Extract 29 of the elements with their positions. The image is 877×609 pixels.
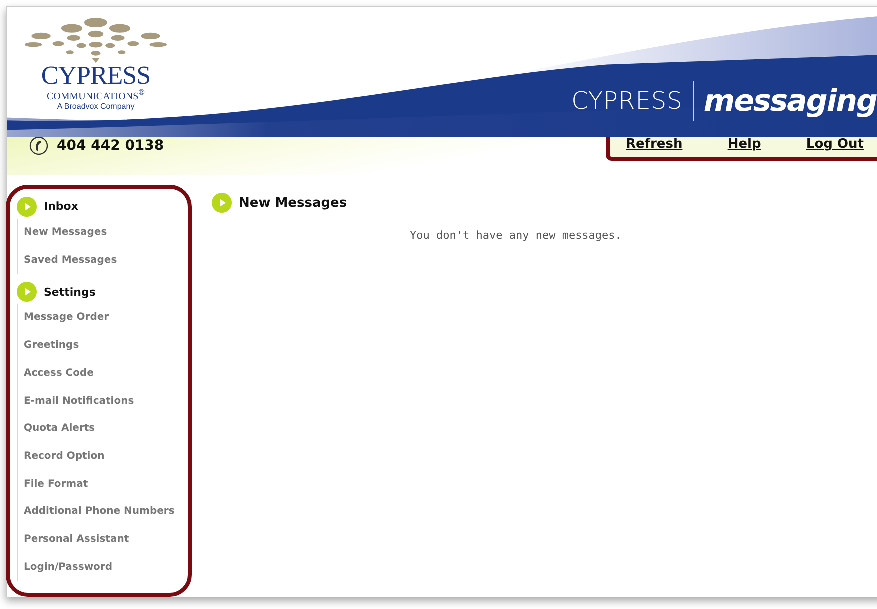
phone-number: 404 442 0138 — [57, 138, 164, 154]
header-link[interactable]: Log Out — [806, 137, 864, 152]
section-title: Settings — [44, 286, 96, 299]
sidebar-item[interactable]: Quota Alerts — [18, 414, 188, 443]
sidebar-item[interactable]: Personal Assistant — [18, 526, 188, 554]
logo-wordmark: CYPRESS — [41, 65, 151, 87]
play-icon — [212, 193, 232, 213]
play-icon — [17, 196, 37, 217]
sidebar-item[interactable]: Greetings — [18, 332, 188, 360]
play-icon — [17, 282, 37, 302]
product-name: messaging — [704, 84, 877, 118]
sidebar-item[interactable]: Additional Phone Numbers — [18, 498, 188, 526]
brand-name: CYPRESS — [572, 87, 683, 115]
sidebar-item[interactable]: Access Code — [18, 360, 188, 388]
logo-tagline: A Broadvox Company — [57, 102, 135, 112]
sidebar-item[interactable]: File Format — [18, 470, 188, 498]
phone-icon — [29, 136, 49, 156]
sidebar-item[interactable]: Login/Password — [18, 553, 188, 581]
sidebar-item[interactable]: Record Option — [18, 442, 188, 470]
section-title: Inbox — [44, 200, 78, 214]
page-title: New Messages — [239, 196, 348, 210]
header-link[interactable]: Help — [728, 137, 762, 152]
sidebar-item[interactable]: Message Order — [18, 304, 188, 332]
logo-subtitle: COMMUNICATIONS$^{®}$ — [46, 87, 145, 102]
sidebar-item[interactable]: Saved Messages — [18, 246, 188, 274]
empty-message: You don't have any new messages. — [410, 229, 622, 242]
sidebar-item[interactable]: E-mail Notifications — [18, 387, 188, 415]
header-link[interactable]: Refresh — [626, 137, 683, 152]
sidebar-item[interactable]: New Messages — [18, 218, 188, 247]
